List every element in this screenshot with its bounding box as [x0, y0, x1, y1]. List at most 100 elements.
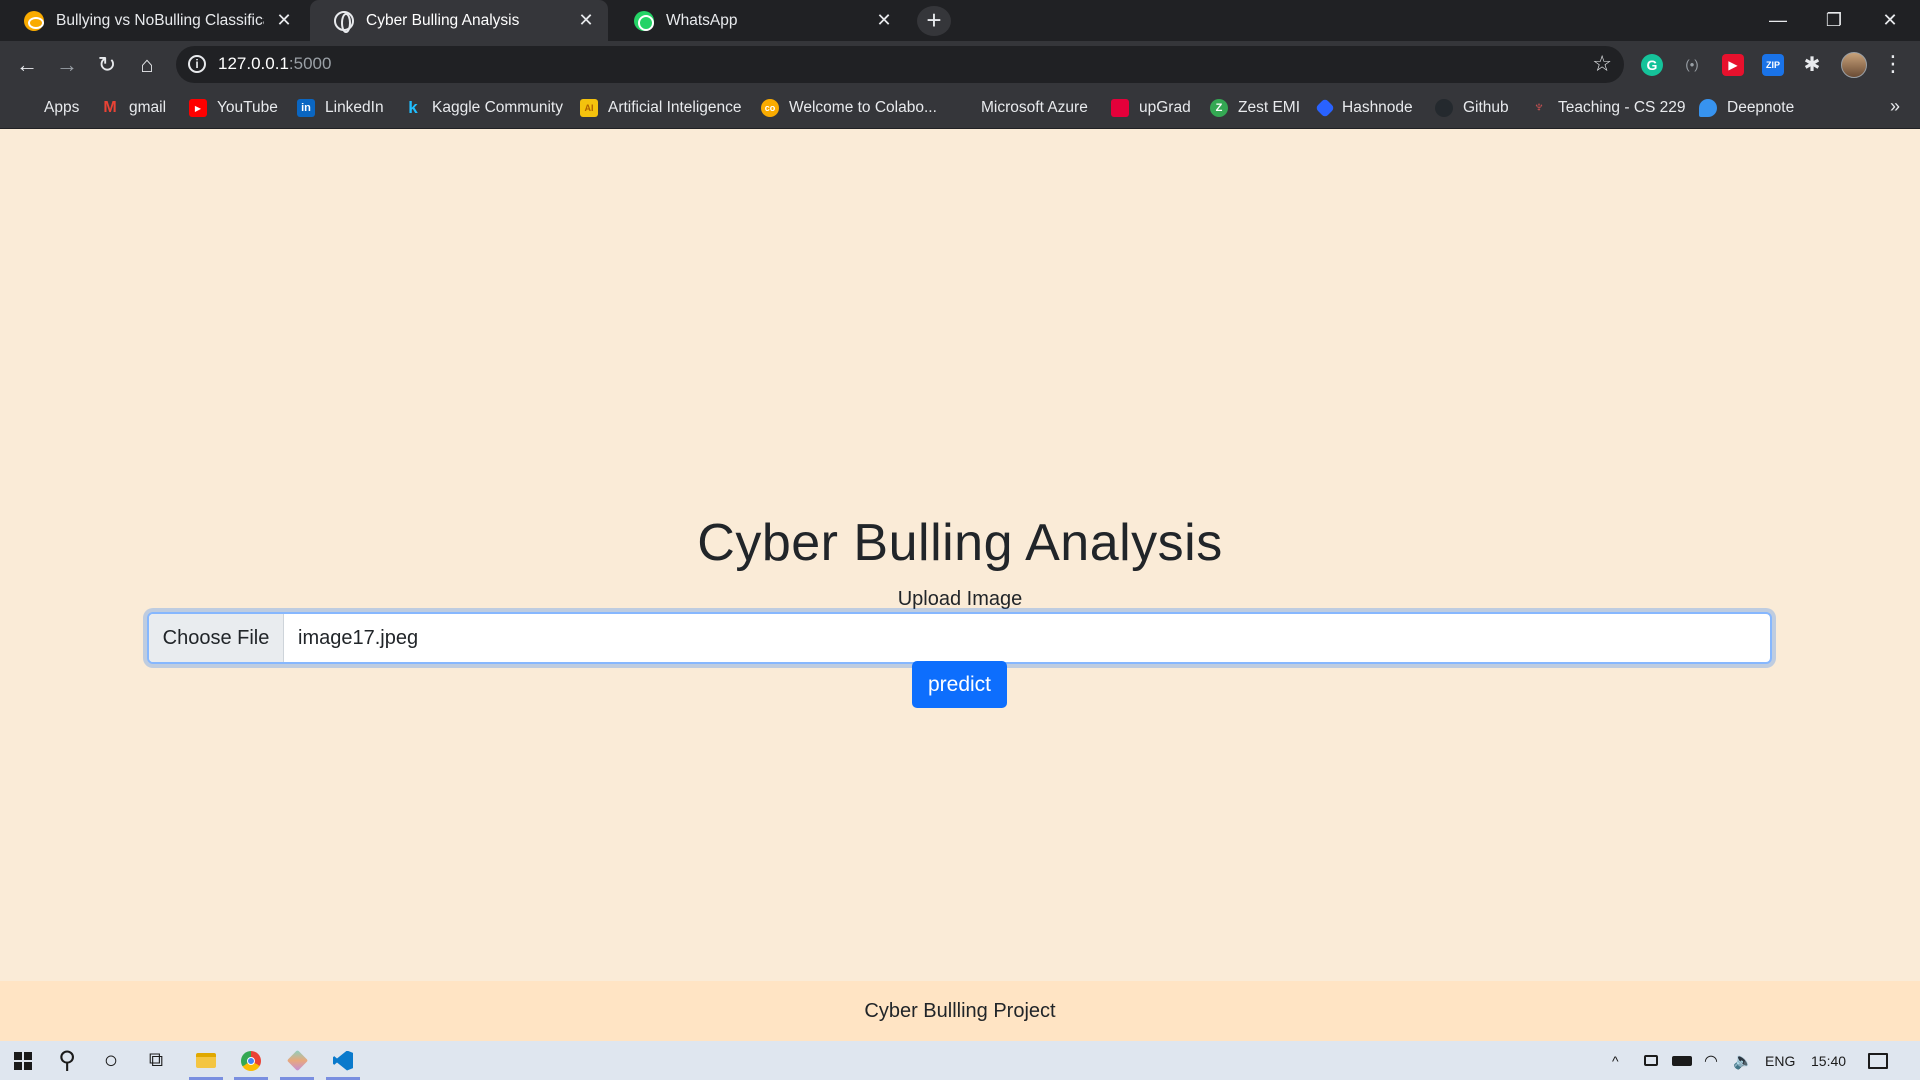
bookmark-zest-emi[interactable]: Z Zest EMI	[1210, 88, 1300, 128]
gmail-icon: M	[103, 99, 117, 116]
cast-extension-icon[interactable]: (•)	[1681, 54, 1703, 76]
bookmark-label: Microsoft Azure	[981, 99, 1088, 116]
extensions-puzzle-icon[interactable]: ✱	[1801, 54, 1823, 76]
bookmark-label: upGrad	[1139, 99, 1191, 116]
bookmark-colab[interactable]: co Welcome to Colabo...	[761, 88, 937, 128]
linkedin-icon: in	[297, 99, 315, 117]
battery-icon[interactable]	[1672, 1041, 1692, 1080]
wifi-icon[interactable]: ◠	[1704, 1041, 1718, 1080]
bookmark-hashnode[interactable]: Hashnode	[1315, 88, 1413, 128]
github-icon	[1435, 99, 1453, 117]
address-bar[interactable]: i 127.0.0.1:5000 ☆	[176, 46, 1624, 83]
upload-image-label: Upload Image	[897, 588, 1023, 610]
bookmark-label: gmail	[129, 99, 167, 116]
volume-icon[interactable]: 🔈	[1733, 1041, 1753, 1080]
bookmark-star-icon[interactable]: ☆	[1592, 51, 1612, 77]
hashnode-icon	[1315, 98, 1335, 118]
meet-now-icon[interactable]	[1644, 1041, 1658, 1080]
zest-icon: Z	[1210, 99, 1228, 117]
bookmarks-bar: Apps M gmail ▶ YouTube in LinkedIn k Kag…	[0, 88, 1920, 129]
browser-tab-strip: Bullying vs NoBulling Classificatio ✕ Cy…	[0, 0, 1920, 41]
deepnote-icon	[1699, 99, 1717, 117]
tab-bullying-classification[interactable]: Bullying vs NoBulling Classificatio ✕	[0, 0, 306, 41]
whatsapp-icon	[634, 10, 654, 31]
bookmark-github[interactable]: Github	[1435, 88, 1509, 128]
vscode-icon[interactable]	[320, 1041, 366, 1080]
tab-whatsapp[interactable]: WhatsApp ✕	[610, 0, 906, 41]
bookmark-label: Deepnote	[1727, 99, 1795, 116]
bookmark-microsoft-azure[interactable]: Microsoft Azure	[954, 88, 1088, 128]
language-indicator[interactable]: ENG	[1765, 1041, 1795, 1080]
web-page: Cyber Bulling Analysis Upload Image Choo…	[0, 129, 1920, 1041]
bookmark-label: Artificial Inteligence	[608, 99, 742, 116]
url-host: 127.0.0.1	[218, 54, 289, 73]
youtube-icon: ▶	[189, 99, 207, 117]
url-text[interactable]: 127.0.0.1:5000	[218, 54, 331, 74]
close-icon[interactable]: ✕	[574, 9, 598, 33]
search-icon[interactable]: ⚲	[44, 1041, 90, 1080]
window-close-button[interactable]: ✕	[1862, 0, 1918, 41]
start-button[interactable]	[0, 1041, 46, 1080]
close-icon[interactable]: ✕	[872, 9, 896, 33]
forward-button[interactable]: →	[51, 49, 83, 81]
bookmark-gmail[interactable]: M gmail	[101, 88, 166, 128]
apps-icon	[18, 100, 34, 116]
bookmark-label: Teaching - CS 229	[1558, 99, 1686, 116]
zip-extension-icon[interactable]: ZIP	[1762, 54, 1784, 76]
bookmark-teaching-cs229[interactable]: ♆ Teaching - CS 229	[1530, 88, 1686, 128]
bookmark-youtube[interactable]: ▶ YouTube	[189, 88, 278, 128]
bookmark-linkedin[interactable]: in LinkedIn	[297, 88, 384, 128]
bookmark-label: Welcome to Colabo...	[789, 99, 937, 116]
url-port: :5000	[288, 54, 332, 73]
browser-menu-icon[interactable]: ⋮	[1882, 51, 1904, 77]
windows-logo-icon	[14, 1051, 32, 1070]
close-icon[interactable]: ✕	[272, 9, 296, 33]
notifications-icon[interactable]	[1868, 1041, 1888, 1080]
bookmark-kaggle[interactable]: k Kaggle Community	[404, 88, 563, 128]
file-upload-input[interactable]: Choose File image17.jpeg	[147, 612, 1772, 664]
bookmark-deepnote[interactable]: Deepnote	[1699, 88, 1794, 128]
bookmark-label: Zest EMI	[1238, 99, 1301, 116]
home-button[interactable]: ⌂	[131, 49, 163, 81]
selected-file-name: image17.jpeg	[298, 626, 419, 649]
bookmarks-overflow-icon[interactable]: »	[1890, 96, 1900, 117]
globe-icon	[334, 10, 354, 33]
colab-icon: co	[761, 99, 779, 117]
tab-title: Cyber Bulling Analysis	[366, 11, 520, 29]
clock[interactable]: 15:40	[1811, 1041, 1846, 1080]
git-icon[interactable]	[274, 1041, 320, 1080]
bookmark-label: Kaggle Community	[432, 99, 563, 116]
choose-file-button[interactable]: Choose File	[149, 614, 284, 662]
tab-title: Bullying vs NoBulling Classificatio	[56, 11, 264, 29]
minimize-button[interactable]: —	[1750, 0, 1806, 41]
cortana-icon[interactable]: ○	[88, 1041, 134, 1080]
site-info-icon[interactable]: i	[188, 55, 206, 73]
windows-taskbar: ⚲ ○ ⧉ ^ ◠ 🔈 ENG 15:40	[0, 1041, 1920, 1080]
reload-button[interactable]: ↻	[91, 49, 123, 81]
bookmark-upgrad[interactable]: upGrad	[1111, 88, 1191, 128]
stanford-icon: ♆	[1533, 99, 1545, 116]
page-footer: Cyber Bullling Project	[0, 981, 1920, 1041]
bookmark-label: Apps	[44, 99, 80, 116]
task-view-icon[interactable]: ⧉	[133, 1041, 179, 1080]
colab-icon	[24, 10, 44, 31]
profile-avatar[interactable]	[1841, 52, 1867, 78]
chrome-icon[interactable]	[228, 1041, 274, 1080]
predict-button[interactable]: predict	[912, 661, 1007, 708]
grammarly-extension-icon[interactable]: G	[1641, 54, 1663, 76]
file-explorer-icon[interactable]	[183, 1041, 229, 1080]
red-extension-icon[interactable]: ▶	[1722, 54, 1744, 76]
bookmark-label: YouTube	[217, 99, 278, 116]
tab-cyber-bulling-analysis[interactable]: Cyber Bulling Analysis ✕	[310, 0, 608, 41]
tray-chevron-icon[interactable]: ^	[1612, 1041, 1619, 1080]
bookmark-label: Github	[1463, 99, 1509, 116]
page-title: Cyber Bulling Analysis	[697, 514, 1223, 572]
bookmark-label: LinkedIn	[325, 99, 384, 116]
upgrad-icon	[1111, 99, 1129, 117]
bookmark-artificial-inteligence[interactable]: AI Artificial Inteligence	[580, 88, 742, 128]
footer-text: Cyber Bullling Project	[864, 999, 1056, 1022]
back-button[interactable]: ←	[11, 49, 43, 81]
restore-button[interactable]: ❐	[1806, 0, 1862, 41]
bookmark-apps[interactable]: Apps	[18, 88, 79, 128]
new-tab-button[interactable]: +	[917, 6, 951, 36]
